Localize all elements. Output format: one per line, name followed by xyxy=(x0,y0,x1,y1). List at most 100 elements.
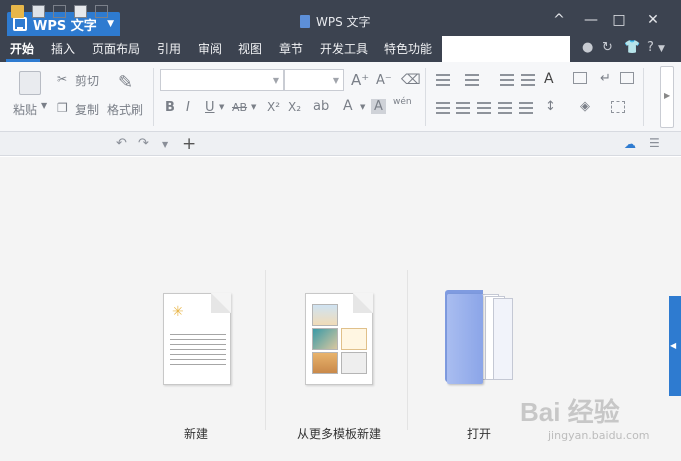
tab-view[interactable]: 视图 xyxy=(238,40,262,57)
tab-list-icon[interactable]: ☰ xyxy=(649,136,660,150)
open-folder-icon[interactable] xyxy=(11,5,24,18)
text-line xyxy=(170,344,226,345)
align-right-icon[interactable] xyxy=(477,102,491,114)
numbered-list-icon[interactable] xyxy=(465,74,479,86)
font-size-select[interactable]: ▼ xyxy=(284,69,344,91)
shrink-font-button[interactable]: A⁻ xyxy=(376,73,392,88)
underline-dropdown-icon[interactable]: ▼ xyxy=(219,103,224,111)
template-thumb-landscape xyxy=(312,304,338,326)
page-fold xyxy=(353,293,373,313)
print-preview-icon[interactable] xyxy=(95,5,108,18)
open-button[interactable]: 打开 xyxy=(455,425,503,442)
superscript-button[interactable]: X² xyxy=(267,100,280,114)
refresh-icon[interactable]: ↻ xyxy=(602,40,613,55)
new-document-icon[interactable]: ✳ xyxy=(163,293,231,385)
italic-button[interactable]: I xyxy=(186,100,190,115)
text-line xyxy=(170,349,226,350)
template-thumb-plant xyxy=(312,328,338,350)
font-color-button[interactable]: A xyxy=(343,98,353,114)
decrease-indent-icon[interactable] xyxy=(500,74,514,86)
bold-button[interactable]: B xyxy=(165,100,175,115)
open-folder-large-icon[interactable] xyxy=(445,290,515,385)
new-tab-plus-icon[interactable]: + xyxy=(182,134,196,154)
tab-review[interactable]: 审阅 xyxy=(198,40,222,57)
folder-front xyxy=(447,294,483,384)
maximize-button[interactable]: □ xyxy=(607,12,631,28)
tab-developer[interactable]: 开发工具 xyxy=(320,40,368,57)
folder-paper xyxy=(493,298,513,380)
highlight-icon[interactable]: ab xyxy=(313,99,329,114)
text-line xyxy=(170,359,226,360)
pinyin-guide-button[interactable]: wén xyxy=(393,97,412,107)
template-new-button[interactable]: 从更多模板新建 xyxy=(284,425,394,442)
ribbon-scroll-right[interactable]: ▶ xyxy=(660,66,674,128)
save-icon[interactable] xyxy=(32,5,45,18)
print-icon[interactable] xyxy=(74,5,87,18)
underline-button[interactable]: U xyxy=(205,100,215,115)
format-painter-button[interactable]: 格式刷 xyxy=(107,101,143,118)
chevron-left-icon: ◀ xyxy=(670,341,677,350)
align-center-icon[interactable] xyxy=(456,102,470,114)
collapse-ribbon-button[interactable]: ^ xyxy=(547,12,571,28)
copy-button[interactable]: 复制 xyxy=(75,101,99,118)
template-document-icon[interactable] xyxy=(305,293,373,385)
clear-format-icon[interactable]: ⌫ xyxy=(401,72,421,88)
minimize-button[interactable]: — xyxy=(579,12,603,28)
baidu-watermark: Bai 经验 xyxy=(520,397,620,427)
cloud-icon[interactable]: ☁ xyxy=(624,137,636,151)
wps-logo-icon xyxy=(13,17,27,31)
subscript-button[interactable]: X₂ xyxy=(288,100,301,114)
tab-insert[interactable]: 插入 xyxy=(51,40,75,57)
window-title-text: WPS 文字 xyxy=(316,15,371,29)
undo-icon[interactable]: ↶ xyxy=(116,136,127,151)
text-box-icon[interactable] xyxy=(620,72,634,84)
tab-chapter[interactable]: 章节 xyxy=(279,40,303,57)
char-shading-button[interactable]: A xyxy=(371,99,386,114)
template-thumb-cake xyxy=(341,352,367,374)
borders-icon[interactable] xyxy=(611,101,625,113)
paste-icon[interactable] xyxy=(19,71,41,95)
font-color-dropdown-icon[interactable]: ▼ xyxy=(360,103,365,111)
grow-font-button[interactable]: A⁺ xyxy=(351,71,369,89)
window-title: WPS 文字 xyxy=(300,13,371,30)
cut-button[interactable]: 剪切 xyxy=(75,72,99,89)
text-line xyxy=(170,364,226,365)
redo-icon[interactable]: ↷ xyxy=(138,136,149,151)
tab-start[interactable]: 开始 xyxy=(10,40,34,57)
help-button[interactable]: ? xyxy=(647,40,654,55)
text-line xyxy=(170,334,226,335)
text-line xyxy=(170,339,226,340)
skin-icon[interactable]: 👕 xyxy=(624,40,640,55)
line-spacing-icon[interactable]: ↕ xyxy=(545,99,556,114)
customize-dropdown-icon[interactable]: ▼ xyxy=(162,140,168,149)
export-pdf-icon[interactable] xyxy=(53,5,66,18)
increase-indent-icon[interactable] xyxy=(521,74,535,86)
template-thumb-star xyxy=(341,328,367,350)
tab-page-layout[interactable]: 页面布局 xyxy=(92,40,140,57)
feedback-icon[interactable]: ● xyxy=(582,40,593,55)
tab-references[interactable]: 引用 xyxy=(157,40,181,57)
paste-button[interactable]: 粘贴 xyxy=(13,101,37,118)
brush-icon: ✎ xyxy=(118,72,134,93)
strikethrough-dropdown-icon[interactable]: ▼ xyxy=(251,103,256,111)
strikethrough-button[interactable]: AB xyxy=(232,101,247,114)
new-document-button[interactable]: 新建 xyxy=(158,425,234,442)
align-left-icon[interactable] xyxy=(436,102,450,114)
justify-icon[interactable] xyxy=(498,102,512,114)
tab-features[interactable]: 特色功能 xyxy=(384,40,432,57)
chevron-down-icon: ▼ xyxy=(332,76,339,85)
bullet-list-icon[interactable] xyxy=(436,74,450,86)
paste-dropdown-icon[interactable]: ▼ xyxy=(41,101,47,110)
close-button[interactable]: ✕ xyxy=(641,12,665,28)
distributed-align-icon[interactable] xyxy=(519,102,533,114)
scissors-icon: ✂ xyxy=(57,72,68,86)
help-dropdown-icon[interactable]: ▼ xyxy=(658,44,665,54)
copy-icon: ❐ xyxy=(57,101,68,115)
table-icon[interactable] xyxy=(573,72,587,84)
ribbon-divider xyxy=(425,68,426,126)
line-break-icon[interactable]: ↵ xyxy=(600,71,611,86)
font-name-select[interactable]: ▼ xyxy=(160,69,284,91)
section-divider xyxy=(407,270,408,430)
text-effect-icon[interactable]: A xyxy=(544,71,554,87)
shading-icon[interactable]: ◈ xyxy=(580,99,590,114)
